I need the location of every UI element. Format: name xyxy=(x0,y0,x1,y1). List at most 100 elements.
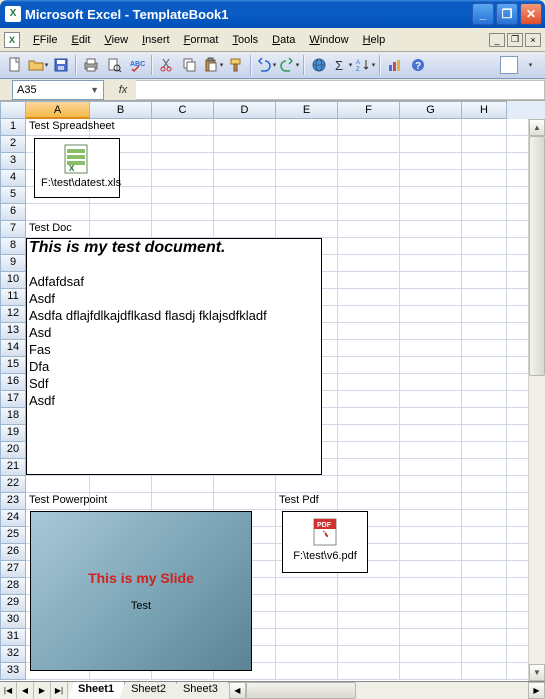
tab-nav-last-button[interactable]: ▶| xyxy=(51,682,68,699)
column-header-E[interactable]: E xyxy=(276,101,338,119)
cell-A7[interactable]: Test Doc xyxy=(27,221,74,235)
menu-view[interactable]: View xyxy=(97,32,135,48)
close-button[interactable]: ✕ xyxy=(520,3,542,25)
embedded-pdf-object[interactable]: PDF F:\test\v6.pdf xyxy=(282,511,368,573)
row-header-13[interactable]: 13 xyxy=(0,323,26,340)
menu-data[interactable]: Data xyxy=(265,32,302,48)
sheet-tab-2[interactable]: Sheet2 xyxy=(121,682,177,699)
row-header-19[interactable]: 19 xyxy=(0,425,26,442)
row-header-23[interactable]: 23 xyxy=(0,493,26,510)
row-header-4[interactable]: 4 xyxy=(0,170,26,187)
new-button[interactable] xyxy=(4,54,26,76)
row-header-33[interactable]: 33 xyxy=(0,663,26,680)
row-header-22[interactable]: 22 xyxy=(0,476,26,493)
name-box-dropdown-icon[interactable]: ▼ xyxy=(90,85,99,95)
row-header-6[interactable]: 6 xyxy=(0,204,26,221)
row-header-21[interactable]: 21 xyxy=(0,459,26,476)
row-header-3[interactable]: 3 xyxy=(0,153,26,170)
help-search-field[interactable] xyxy=(500,56,518,74)
column-header-G[interactable]: G xyxy=(400,101,462,119)
mdi-restore-button[interactable]: ❐ xyxy=(507,33,523,47)
spelling-button[interactable]: ABC xyxy=(126,54,148,76)
column-header-C[interactable]: C xyxy=(152,101,214,119)
row-header-2[interactable]: 2 xyxy=(0,136,26,153)
row-header-20[interactable]: 20 xyxy=(0,442,26,459)
formula-input[interactable] xyxy=(136,80,545,100)
tab-nav-first-button[interactable]: |◀ xyxy=(0,682,17,699)
row-header-15[interactable]: 15 xyxy=(0,357,26,374)
mdi-minimize-button[interactable]: _ xyxy=(489,33,505,47)
sheet-tab-3[interactable]: Sheet3 xyxy=(173,682,229,699)
horizontal-scrollbar[interactable]: ◀ ▶ xyxy=(229,682,545,699)
row-header-25[interactable]: 25 xyxy=(0,527,26,544)
scroll-up-button[interactable]: ▲ xyxy=(529,119,545,136)
menu-file[interactable]: FFile xyxy=(26,32,64,48)
hscroll-thumb[interactable] xyxy=(246,682,356,699)
tab-nav-prev-button[interactable]: ◀ xyxy=(17,682,34,699)
name-box[interactable]: A35 ▼ xyxy=(12,80,104,100)
copy-button[interactable] xyxy=(179,54,201,76)
menu-tools[interactable]: Tools xyxy=(225,32,265,48)
save-button[interactable] xyxy=(50,54,72,76)
row-header-26[interactable]: 26 xyxy=(0,544,26,561)
cell-A1[interactable]: Test Spreadsheet xyxy=(27,119,117,133)
toolbar-options-button[interactable] xyxy=(519,54,541,76)
row-header-30[interactable]: 30 xyxy=(0,612,26,629)
tab-nav-next-button[interactable]: ▶ xyxy=(34,682,51,699)
row-header-7[interactable]: 7 xyxy=(0,221,26,238)
chart-wizard-button[interactable] xyxy=(384,54,406,76)
row-header-24[interactable]: 24 xyxy=(0,510,26,527)
maximize-button[interactable]: ❐ xyxy=(496,3,518,25)
column-header-D[interactable]: D xyxy=(214,101,276,119)
select-all-corner[interactable] xyxy=(0,101,26,119)
scroll-down-button[interactable]: ▼ xyxy=(529,664,545,681)
paste-button[interactable] xyxy=(202,54,224,76)
sort-asc-button[interactable]: AZ xyxy=(354,54,376,76)
row-header-14[interactable]: 14 xyxy=(0,340,26,357)
menu-help[interactable]: Help xyxy=(356,32,393,48)
cut-button[interactable] xyxy=(156,54,178,76)
row-header-32[interactable]: 32 xyxy=(0,646,26,663)
embedded-ppt-object[interactable]: This is my Slide Test xyxy=(30,511,252,671)
scroll-right-button[interactable]: ▶ xyxy=(528,682,545,699)
hyperlink-button[interactable] xyxy=(308,54,330,76)
cell-A23[interactable]: Test Powerpoint xyxy=(27,493,109,507)
scroll-thumb[interactable] xyxy=(529,136,545,376)
row-header-8[interactable]: 8 xyxy=(0,238,26,255)
row-header-27[interactable]: 27 xyxy=(0,561,26,578)
row-header-11[interactable]: 11 xyxy=(0,289,26,306)
workbook-icon[interactable]: X xyxy=(4,32,20,48)
minimize-button[interactable]: _ xyxy=(472,3,494,25)
vertical-scrollbar[interactable]: ▲ ▼ xyxy=(528,119,545,681)
cells-area[interactable]: Test Spreadsheet Test Doc Test Powerpoin… xyxy=(26,119,545,680)
row-header-9[interactable]: 9 xyxy=(0,255,26,272)
row-header-5[interactable]: 5 xyxy=(0,187,26,204)
autosum-button[interactable]: Σ xyxy=(331,54,353,76)
sheet-tab-1[interactable]: Sheet1 xyxy=(68,682,125,699)
row-header-17[interactable]: 17 xyxy=(0,391,26,408)
column-header-B[interactable]: B xyxy=(90,101,152,119)
menu-format[interactable]: Format xyxy=(177,32,226,48)
column-header-H[interactable]: H xyxy=(462,101,507,119)
scroll-left-button[interactable]: ◀ xyxy=(229,682,246,699)
row-header-10[interactable]: 10 xyxy=(0,272,26,289)
row-header-29[interactable]: 29 xyxy=(0,595,26,612)
open-button[interactable] xyxy=(27,54,49,76)
help-button[interactable]: ? xyxy=(407,54,429,76)
row-header-18[interactable]: 18 xyxy=(0,408,26,425)
row-header-28[interactable]: 28 xyxy=(0,578,26,595)
format-painter-button[interactable] xyxy=(225,54,247,76)
row-header-12[interactable]: 12 xyxy=(0,306,26,323)
column-header-A[interactable]: A xyxy=(26,101,90,119)
menu-window[interactable]: Window xyxy=(302,32,355,48)
menu-edit[interactable]: Edit xyxy=(64,32,97,48)
mdi-close-button[interactable]: × xyxy=(525,33,541,47)
redo-button[interactable] xyxy=(278,54,300,76)
undo-button[interactable] xyxy=(255,54,277,76)
embedded-doc-object[interactable]: This is my test document. Adfafdsaf Asdf… xyxy=(26,238,322,475)
row-header-16[interactable]: 16 xyxy=(0,374,26,391)
print-preview-button[interactable] xyxy=(103,54,125,76)
print-button[interactable] xyxy=(80,54,102,76)
cell-E23[interactable]: Test Pdf xyxy=(277,493,321,507)
insert-function-button[interactable]: fx xyxy=(110,84,136,96)
